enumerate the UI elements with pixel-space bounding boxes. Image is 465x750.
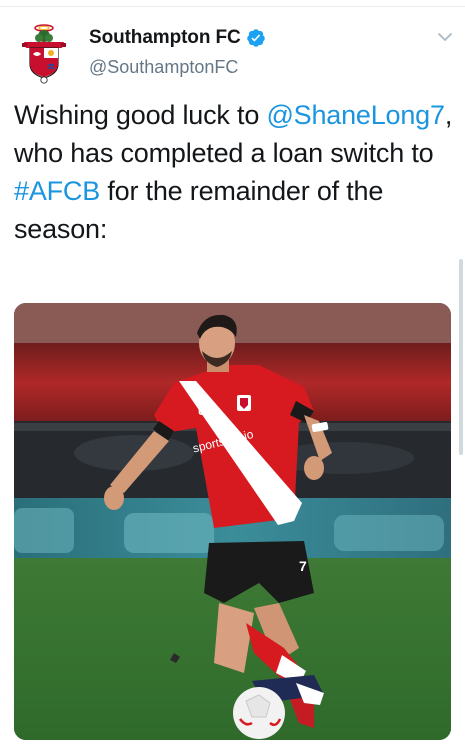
author-name[interactable]: Southampton FC <box>89 27 241 49</box>
svg-text:UA: UA <box>198 406 214 418</box>
tweet-text: Wishing good luck to @ShaneLong7, who ha… <box>14 96 454 248</box>
author-name-row[interactable]: Southampton FC <box>89 27 266 49</box>
club-crest-icon[interactable] <box>20 20 68 84</box>
tweet-text-part: Wishing good luck to <box>14 100 267 130</box>
chevron-down-icon[interactable] <box>436 28 454 46</box>
player-photo-illustration: 7 UA sportsbet.io <box>14 303 451 740</box>
tweet-card: Southampton FC @SouthamptonFC Wishing go… <box>0 0 465 750</box>
author-handle[interactable]: @SouthamptonFC <box>89 57 238 78</box>
hashtag-link[interactable]: #AFCB <box>14 176 100 206</box>
verified-badge-icon <box>246 29 265 47</box>
shirt-number: 7 <box>299 558 307 574</box>
mention-link[interactable]: @ShaneLong7 <box>266 100 445 130</box>
scrollbar[interactable] <box>459 259 463 455</box>
tweet-header: Southampton FC @SouthamptonFC <box>0 0 465 90</box>
tweet-photo[interactable]: 7 UA sportsbet.io <box>14 303 451 740</box>
